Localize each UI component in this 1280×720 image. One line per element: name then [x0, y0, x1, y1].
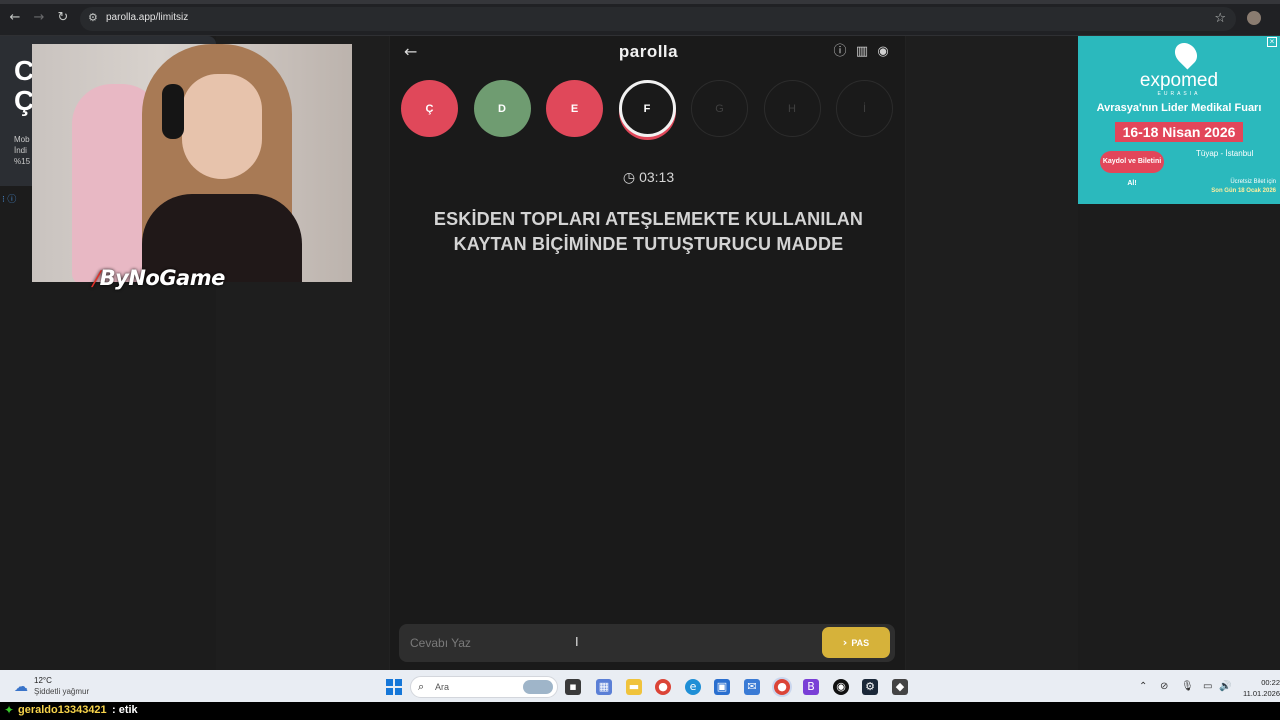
letter-circle: D — [473, 80, 531, 137]
ad-dates: 16-18 Nisan 2026 — [1115, 122, 1243, 142]
parolla-logo[interactable]: parolla — [390, 42, 907, 62]
reload-button[interactable]: ↻ — [55, 10, 71, 26]
bynogame-logo: ⧸ByNoGame — [92, 266, 225, 290]
weather-icon: ☁ — [14, 679, 28, 695]
ad-free-ticket: Ücretsiz Bilet için Son Gün 18 Ocak 2026 — [1211, 178, 1276, 196]
letter-circle: Ç — [401, 80, 458, 137]
pass-button[interactable]: › PAS — [822, 627, 890, 658]
ad-cta-button[interactable]: Kaydol ve Biletini Al! — [1100, 151, 1164, 187]
stream-chat-message: ✦ geraldo13343421 : etik — [0, 702, 1280, 720]
steam-icon[interactable]: ⚙ — [862, 679, 878, 695]
store-icon[interactable]: ▣ — [714, 679, 730, 695]
left-ad-text: Mob İndi %15 — [14, 135, 31, 166]
ad-venue: Tüyap - İstanbul — [1196, 149, 1254, 158]
app-record-icon[interactable]: ◉ — [833, 679, 849, 695]
start-button[interactable] — [386, 679, 402, 695]
stats-icon[interactable]: ▥ — [854, 44, 870, 60]
pass-label: PAS — [851, 637, 870, 648]
clock-time: 00:22 — [1261, 678, 1280, 687]
text-cursor-icon: I — [575, 634, 579, 649]
ad-close-icon[interactable]: × — [1267, 37, 1277, 47]
countdown-timer: ◷ 03:13 — [390, 169, 907, 186]
task-view-icon[interactable]: ▪ — [565, 679, 581, 695]
profile-icon[interactable]: ◉ — [875, 44, 891, 60]
ad-brand: expomed — [1139, 70, 1219, 91]
ad-sub-brand: EURASIA — [1157, 91, 1201, 97]
tray-volume-icon[interactable]: 🔊 — [1219, 681, 1231, 692]
expomed-pin-icon — [1170, 38, 1202, 70]
tray-microphone-icon[interactable]: 🎙 — [1181, 681, 1194, 692]
ad-free-line1: Ücretsiz Bilet için — [1230, 179, 1276, 185]
letter-circle: G — [691, 80, 748, 137]
letter-circle: H — [763, 80, 821, 137]
forward-button[interactable]: → — [31, 10, 47, 26]
answer-box: I ›PAS — [399, 624, 895, 662]
edge-icon[interactable]: e — [685, 679, 701, 695]
chat-username: geraldo13343421 — [18, 704, 107, 716]
question-text: ESKİDEN TOPLARI ATEŞLEMEKTE KULLANILAN K… — [433, 209, 864, 254]
weather-condition: Şiddetli yağmur — [34, 687, 90, 696]
letter-circles: Ç D E F G H İ — [401, 80, 901, 140]
url-text[interactable]: parolla.app/limitsiz — [106, 12, 188, 23]
letter-circle: E — [546, 80, 603, 137]
tray-overflow-icon[interactable]: ⌃ — [1139, 681, 1147, 692]
info-icon[interactable]: ⓘ — [832, 44, 848, 60]
search-label: Ara — [435, 682, 450, 692]
profile-avatar[interactable] — [1247, 11, 1261, 25]
ad-choices-icon[interactable]: ⁝ ⓘ — [2, 192, 16, 205]
page-content: C Ç Mob İndi %15 ⁝ ⓘ ⧸ByNoGame ← parolla… — [0, 36, 1280, 670]
chat-text: : etik — [112, 704, 138, 716]
bookmark-star-icon[interactable]: ☆ — [1214, 11, 1226, 26]
widgets-icon[interactable]: ▦ — [596, 679, 612, 695]
taskbar-clock[interactable]: 00:22 11.01.2026 — [1236, 677, 1280, 699]
streamer-face — [182, 74, 262, 179]
app-b-icon[interactable]: B — [803, 679, 819, 695]
ad-headline: Avrasya'nın Lider Medikal Fuarı — [1096, 102, 1262, 114]
right-ad-column: × expomed EURASIA Avrasya'nın Lider Medi… — [1078, 36, 1280, 670]
right-advertisement[interactable]: × expomed EURASIA Avrasya'nın Lider Medi… — [1078, 36, 1280, 204]
mail-icon[interactable]: ✉ — [744, 679, 760, 695]
file-explorer-icon[interactable]: ▬ — [626, 679, 642, 695]
clock-icon: ◷ — [622, 170, 636, 186]
chevron-right-icon: › — [842, 636, 848, 649]
tab-strip — [0, 0, 1280, 4]
clock-date: 11.01.2026 — [1243, 689, 1280, 698]
windows-taskbar: ☁ 12°C Şiddetli yağmur ⌕ Ara ▪ ▦ ▬ ● e ▣… — [0, 670, 1280, 703]
weather-temperature: 12°C — [34, 676, 52, 685]
headset — [162, 84, 184, 139]
parolla-game: ← parolla ⓘ ▥ ◉ Ç D E F G H İ ◷ 03:13 ESK… — [389, 36, 906, 670]
answer-input[interactable] — [399, 624, 819, 662]
back-button[interactable]: ← — [7, 10, 23, 26]
browser-toolbar: ← → ↻ ⚙ parolla.app/limitsiz ☆ — [0, 0, 1280, 36]
tray-display-icon[interactable]: ▭ — [1203, 681, 1212, 692]
bynogame-text: ByNoGame — [99, 266, 226, 290]
site-info-icon[interactable]: ⚙ — [88, 11, 102, 25]
taskbar-search[interactable]: ⌕ Ara — [410, 676, 558, 698]
timer-value: 03:13 — [639, 169, 675, 185]
webcam-overlay — [32, 44, 352, 282]
chat-badge-icon: ✦ — [4, 703, 15, 717]
search-highlight-icon — [523, 680, 553, 694]
ad-free-line2: Son Gün 18 Ocak 2026 — [1211, 188, 1276, 194]
search-icon: ⌕ — [418, 680, 425, 693]
app-misc-icon[interactable]: ◆ — [892, 679, 908, 695]
letter-circle: İ — [836, 80, 893, 137]
address-bar[interactable]: ⚙ parolla.app/limitsiz ☆ — [80, 7, 1236, 31]
bynogame-mark-icon: ⧸ — [92, 269, 98, 290]
letter-circle-current: F — [618, 80, 676, 137]
chrome-active-icon[interactable]: ● — [774, 679, 790, 695]
tray-network-off-icon[interactable]: ⊘ — [1160, 681, 1168, 692]
chrome-icon[interactable]: ● — [655, 679, 671, 695]
